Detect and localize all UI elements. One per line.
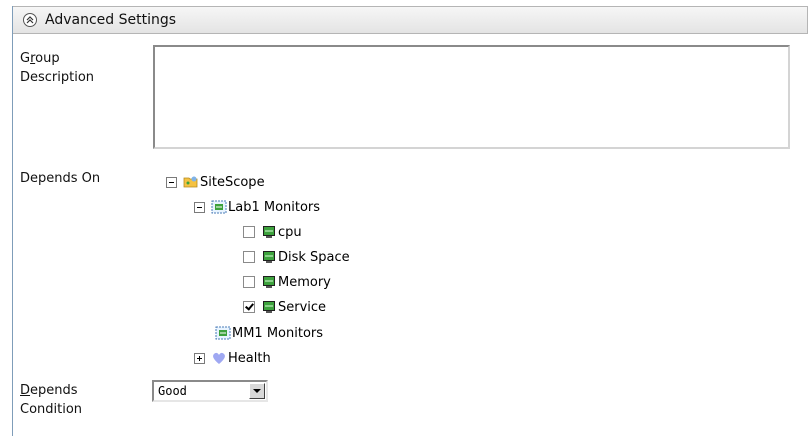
service-checkbox[interactable] — [243, 301, 255, 313]
group-description-label: Group Description — [20, 49, 94, 87]
tree-node-health[interactable]: Health — [194, 348, 271, 368]
label-part: oup — [35, 51, 60, 66]
cpu-checkbox[interactable] — [243, 226, 255, 238]
expand-node-icon[interactable] — [194, 352, 205, 364]
folder-icon — [183, 174, 199, 190]
monitor-icon — [261, 299, 277, 315]
tree-node-service[interactable]: Service — [243, 297, 326, 317]
collapse-up-icon[interactable] — [22, 12, 38, 28]
tree-node-sitescope[interactable]: SiteScope — [166, 172, 265, 192]
tree-node-label: cpu — [278, 224, 302, 240]
advanced-settings-header[interactable]: Advanced Settings — [13, 6, 808, 34]
memory-checkbox[interactable] — [243, 276, 255, 288]
depends-condition-label: Depends Condition — [20, 381, 82, 419]
tree-node-cpu[interactable]: cpu — [243, 222, 302, 242]
collapse-node-icon[interactable] — [166, 176, 177, 188]
tree-node-mm1-monitors[interactable]: MM1 Monitors — [215, 323, 323, 343]
heart-icon — [211, 350, 227, 366]
tree-node-label: Service — [278, 299, 327, 315]
disk-space-checkbox[interactable] — [243, 251, 255, 263]
depends-condition-select[interactable]: Good — [152, 380, 268, 402]
chevron-down-icon[interactable] — [249, 383, 265, 399]
monitor-icon — [261, 224, 277, 240]
select-value: Good — [158, 384, 187, 398]
tree-node-lab1-monitors[interactable]: Lab1 Monitors — [194, 197, 320, 217]
tree-node-label: Lab1 Monitors — [228, 199, 321, 215]
monitor-icon — [261, 274, 277, 290]
label-part: G — [20, 51, 31, 66]
collapse-node-icon[interactable] — [194, 201, 205, 213]
depends-on-label: Depends On — [20, 171, 101, 186]
tree-node-label: Memory — [278, 274, 331, 290]
tree-node-label: Health — [228, 350, 271, 366]
section-title: Advanced Settings — [45, 12, 177, 28]
label-mnemonic: D — [20, 383, 31, 398]
monitor-group-icon — [215, 325, 231, 341]
tree-node-label: MM1 Monitors — [232, 325, 324, 341]
tree-node-label: SiteScope — [200, 174, 265, 190]
tree-node-label: Disk Space — [278, 249, 350, 265]
monitor-icon — [261, 249, 277, 265]
label-part: epends — [30, 383, 78, 398]
tree-node-disk-space[interactable]: Disk Space — [243, 247, 350, 267]
label-part: Description — [20, 70, 95, 85]
tree-node-memory[interactable]: Memory — [243, 272, 331, 292]
label-part: Condition — [20, 402, 83, 417]
monitor-group-icon — [211, 199, 227, 215]
group-description-textarea[interactable] — [153, 45, 790, 149]
